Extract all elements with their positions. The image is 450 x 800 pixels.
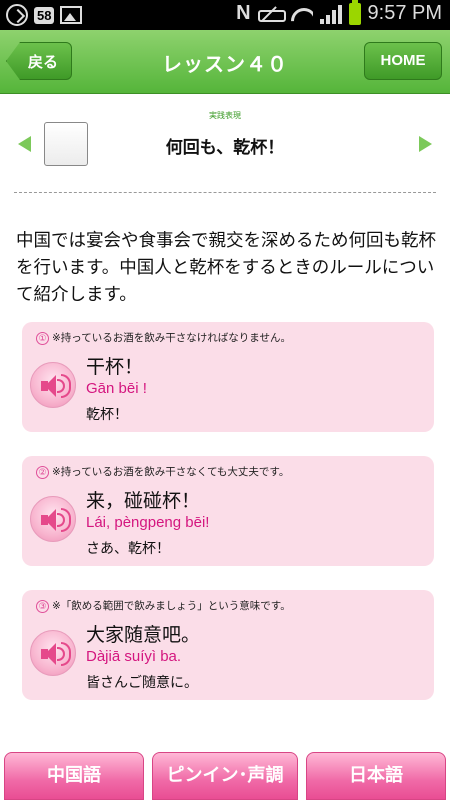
- tab-chinese[interactable]: 中国語: [4, 752, 144, 800]
- status-clock: 9:57 PM: [367, 2, 442, 24]
- tab-pinyin-tone[interactable]: ピンイン･声調: [152, 752, 298, 800]
- dashed-divider: [14, 192, 436, 193]
- phrase-note-text: ※持っているお酒を飲み干さなくても大丈夫です。: [52, 466, 290, 478]
- phrase-number: ①: [36, 332, 49, 345]
- notification-count-badge: 58: [34, 6, 55, 24]
- home-button[interactable]: HOME: [364, 42, 442, 80]
- status-bar: 58 N 9:57 PM: [0, 0, 450, 30]
- phrase-japanese: さあ、乾杯！: [86, 541, 170, 557]
- phrase-note: ② ※持っているお酒を飲み干さなくても大丈夫です。: [36, 464, 289, 479]
- phrase-note: ③ ※「飲める範囲で飲みましょう」という意味です。: [36, 598, 291, 613]
- phrase-pinyin: Lái, pèngpeng bēi!: [86, 514, 210, 531]
- speaker-icon[interactable]: [30, 630, 76, 676]
- phrase-japanese: 乾杯！: [86, 407, 128, 423]
- phrase-chinese: 干杯！: [86, 356, 144, 378]
- lesson-intro-text: 中国では宴会や食事会で親交を深めるため何回も乾杯を行います。中国人と乾杯をすると…: [16, 231, 436, 305]
- signal-icon: [319, 4, 342, 24]
- phrase-chinese: 大家随意吧。: [86, 624, 201, 646]
- lesson-category: 実践表現: [209, 111, 241, 120]
- wifi-icon: [289, 4, 313, 24]
- display-mode-tabbar: 中国語 ピンイン･声調 日本語: [0, 750, 450, 800]
- lesson-title: 何回も、乾杯！: [165, 138, 285, 158]
- phrase-card: ① ※持っているお酒を飲み干さなければなりません。 干杯！ Gān bēi ! 乾…: [22, 322, 434, 432]
- phrase-note-text: ※「飲める範囲で飲みましょう」という意味です。: [52, 600, 291, 612]
- phrase-chinese: 来，碰碰杯！: [86, 490, 201, 512]
- app-header: 戻る レッスン４０ HOME: [0, 30, 450, 94]
- status-bar-left: 58: [6, 4, 83, 26]
- battery-icon: [348, 0, 361, 25]
- phrase-pinyin: Gān bēi !: [86, 380, 147, 397]
- tab-japanese[interactable]: 日本語: [306, 752, 446, 800]
- phrase-note-text: ※持っているお酒を飲み干さなければなりません。: [52, 332, 291, 344]
- phrase-number: ③: [36, 600, 49, 613]
- speaker-icon[interactable]: [30, 362, 76, 408]
- phrase-card: ③ ※「飲める範囲で飲みましょう」という意味です。 大家随意吧。 Dàjiā su…: [22, 590, 434, 700]
- phrase-japanese: 皆さんご随意に。: [86, 675, 198, 691]
- speaker-icon[interactable]: [30, 496, 76, 542]
- recycle-icon: [6, 4, 28, 26]
- vibrate-mute-icon: [257, 6, 286, 22]
- next-lesson-arrow-icon[interactable]: [419, 136, 432, 152]
- phrase-note: ① ※持っているお酒を飲み干さなければなりません。: [36, 330, 291, 345]
- gallery-icon: [60, 6, 83, 24]
- phrase-card: ② ※持っているお酒を飲み干さなくても大丈夫です。 来，碰碰杯！ Lái, pèn…: [22, 456, 434, 566]
- status-bar-right: N 9:57 PM: [236, 0, 442, 25]
- nfc-icon: N: [236, 2, 251, 24]
- phrase-number: ②: [36, 466, 49, 479]
- phrase-pinyin: Dàjiā suíyì ba.: [86, 648, 182, 665]
